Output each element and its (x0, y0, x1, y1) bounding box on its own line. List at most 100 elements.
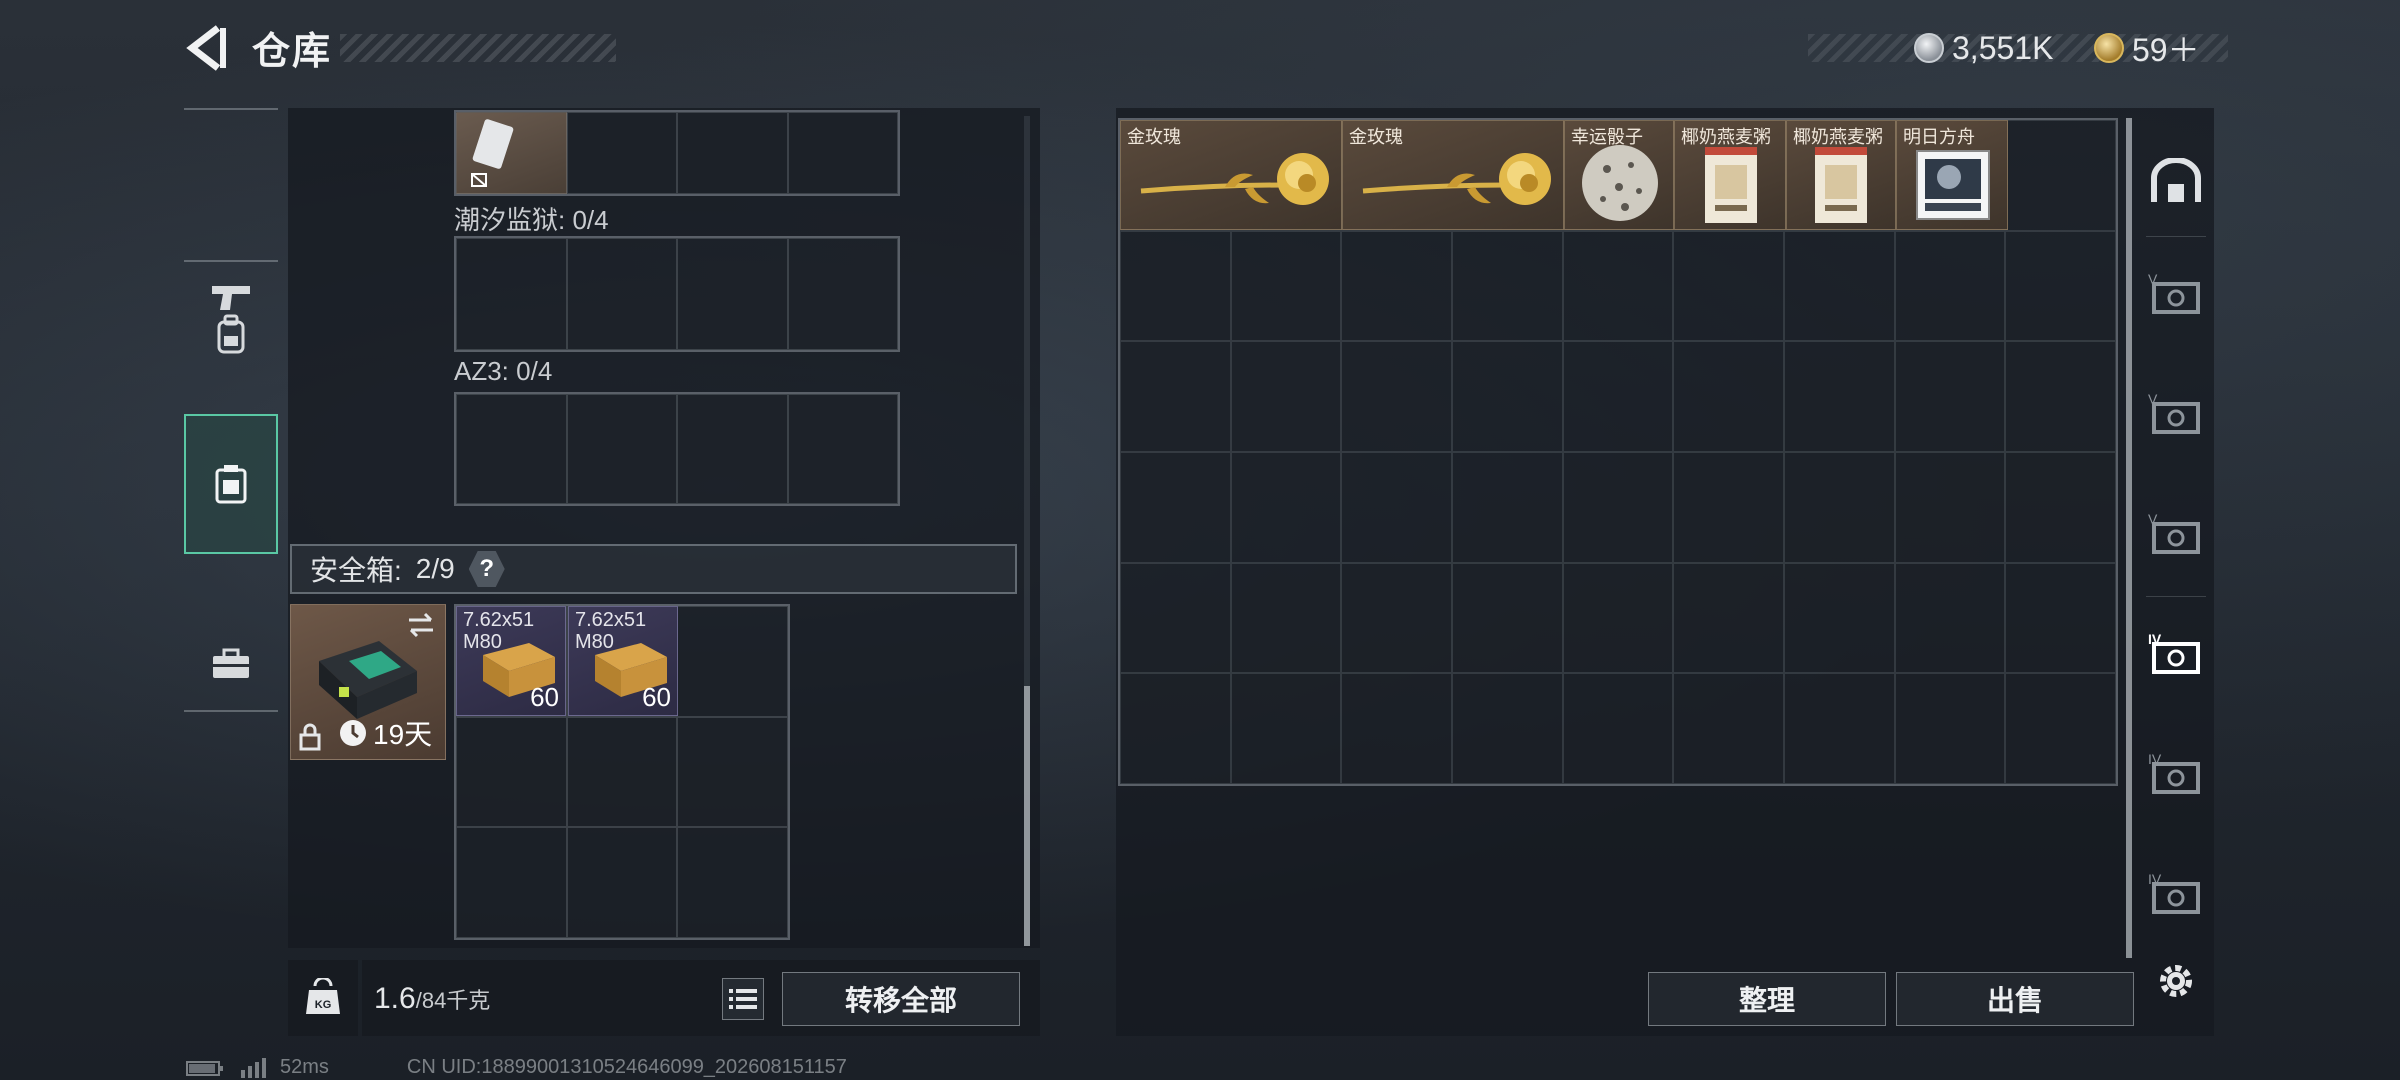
stash-slot[interactable] (1451, 341, 1563, 452)
stash-slot[interactable] (2005, 230, 2116, 342)
sell-button[interactable]: 出售 (1896, 972, 2134, 1026)
currency-silver[interactable]: 3,551K (1914, 26, 2053, 70)
safe-box-item[interactable]: 19天 (290, 604, 446, 760)
settings-button[interactable] (2138, 936, 2214, 1026)
stash-tab-iv-2[interactable]: IV (2138, 730, 2214, 820)
stash-slot[interactable] (1120, 562, 1231, 674)
stash-slot[interactable] (1341, 451, 1452, 563)
safe-slot[interactable] (677, 827, 788, 938)
stash-tab-v-2[interactable]: V (2138, 370, 2214, 460)
stash-slot[interactable] (1673, 230, 1784, 342)
safe-slot[interactable] (677, 716, 788, 828)
stash-slot[interactable] (1673, 562, 1784, 674)
stash-tab-iv-3[interactable]: IV (2138, 850, 2214, 940)
silver-coin-icon (1914, 33, 1944, 63)
safe-slot[interactable] (566, 716, 678, 828)
stash-slot[interactable] (1562, 673, 1674, 784)
stash-slot[interactable] (1673, 341, 1784, 452)
stash-slot[interactable] (1451, 673, 1563, 784)
stash-slot[interactable] (1230, 230, 1342, 342)
list-view-button[interactable] (722, 978, 764, 1020)
stash-item-gold-rose[interactable]: 金玫瑰 (1342, 120, 1564, 230)
stash-slot[interactable] (1673, 673, 1784, 784)
stash-tab-v-3[interactable]: V (2138, 490, 2214, 580)
container-slot[interactable] (456, 394, 567, 504)
help-button[interactable]: ? (468, 551, 505, 587)
stash-item-oatmeal[interactable]: 椰奶燕麦粥 (1786, 120, 1896, 230)
stash-slot[interactable] (2005, 562, 2116, 674)
nav-equipment[interactable] (184, 260, 278, 410)
stash-slot[interactable] (1451, 451, 1563, 563)
container-slot[interactable] (787, 112, 898, 194)
nav-toolbox[interactable] (184, 594, 278, 734)
stash-item-lucky-dice[interactable]: 幸运骰子 (1564, 120, 1674, 230)
stash-slot[interactable] (1230, 673, 1342, 784)
safe-slot[interactable] (456, 827, 567, 938)
stash-slot[interactable] (1673, 451, 1784, 563)
stash-slot[interactable] (1120, 451, 1231, 563)
stash-slot[interactable] (1341, 230, 1452, 342)
stash-slot[interactable] (1894, 341, 2006, 452)
container-slot[interactable] (566, 394, 677, 504)
stash-slot[interactable] (1783, 451, 1895, 563)
safe-slot[interactable] (677, 606, 788, 717)
stash-slot[interactable] (1120, 341, 1231, 452)
transfer-all-button[interactable]: 转移全部 (782, 972, 1020, 1026)
safe-slot[interactable] (566, 827, 678, 938)
stash-slot[interactable] (1783, 673, 1895, 784)
stash-item-arknights[interactable]: 明日方舟 (1896, 120, 2008, 230)
stash-slot[interactable] (1341, 673, 1452, 784)
container-label-prison: 潮汐监狱: 0/4 (454, 205, 609, 235)
ammo-count: 60 (530, 682, 559, 712)
container-slot[interactable] (787, 238, 898, 350)
safe-slot[interactable] (456, 716, 567, 828)
stash-slot[interactable] (1230, 562, 1342, 674)
container-slot[interactable] (566, 112, 677, 194)
stash-slot[interactable] (1451, 230, 1563, 342)
stash-slot[interactable] (1562, 451, 1674, 563)
container-slot[interactable] (566, 238, 677, 350)
stash-slot[interactable] (1783, 562, 1895, 674)
stash-slot[interactable] (1562, 341, 1674, 452)
container-slot[interactable] (677, 112, 788, 194)
stash-item-gold-rose[interactable]: 金玫瑰 (1120, 120, 1342, 230)
stash-tab-home[interactable] (2138, 136, 2214, 226)
ammo-item[interactable]: 7.62x51 M80 60 (568, 606, 678, 716)
expansion-case-icon: V (2148, 511, 2200, 554)
stash-slot[interactable] (1230, 451, 1342, 563)
stash-item-oatmeal[interactable]: 椰奶燕麦粥 (1674, 120, 1786, 230)
stash-slot[interactable] (1894, 451, 2006, 563)
stash-slot[interactable] (2005, 120, 2116, 231)
nav-containers[interactable] (184, 414, 278, 554)
stash-slot[interactable] (1341, 341, 1452, 452)
container-slot[interactable] (456, 238, 567, 350)
stash-slot[interactable] (2005, 451, 2116, 563)
stash-slot[interactable] (1894, 673, 2006, 784)
stash-tab-iv-1-active[interactable]: IV (2138, 610, 2214, 700)
inventory-scrollbar[interactable] (1024, 686, 1030, 946)
stash-slot[interactable] (2005, 341, 2116, 452)
stash-slot[interactable] (1562, 562, 1674, 674)
stash-slot[interactable] (1230, 341, 1342, 452)
nav-divider (184, 710, 278, 712)
battery-icon (186, 1060, 223, 1076)
container-slot[interactable] (787, 394, 898, 504)
stash-slot[interactable] (1562, 230, 1674, 342)
currency-gold[interactable]: 59＋ (2094, 26, 2200, 70)
stash-slot[interactable] (1894, 230, 2006, 342)
stash-tab-v-1[interactable]: V (2138, 250, 2214, 340)
stash-slot[interactable] (2005, 673, 2116, 784)
ammo-item[interactable]: 7.62x51 M80 60 (456, 606, 566, 716)
container-slot[interactable] (677, 394, 788, 504)
stash-slot[interactable] (1451, 562, 1563, 674)
stash-slot[interactable] (1120, 673, 1231, 784)
stash-slot[interactable] (1783, 341, 1895, 452)
stash-scrollbar[interactable] (2126, 118, 2132, 958)
stash-slot[interactable] (1783, 230, 1895, 342)
stash-slot[interactable] (1894, 562, 2006, 674)
stash-slot[interactable] (1120, 230, 1231, 342)
container-slot[interactable] (677, 238, 788, 350)
back-button[interactable] (182, 22, 230, 74)
sort-button[interactable]: 整理 (1648, 972, 1886, 1026)
stash-slot[interactable] (1341, 562, 1452, 674)
